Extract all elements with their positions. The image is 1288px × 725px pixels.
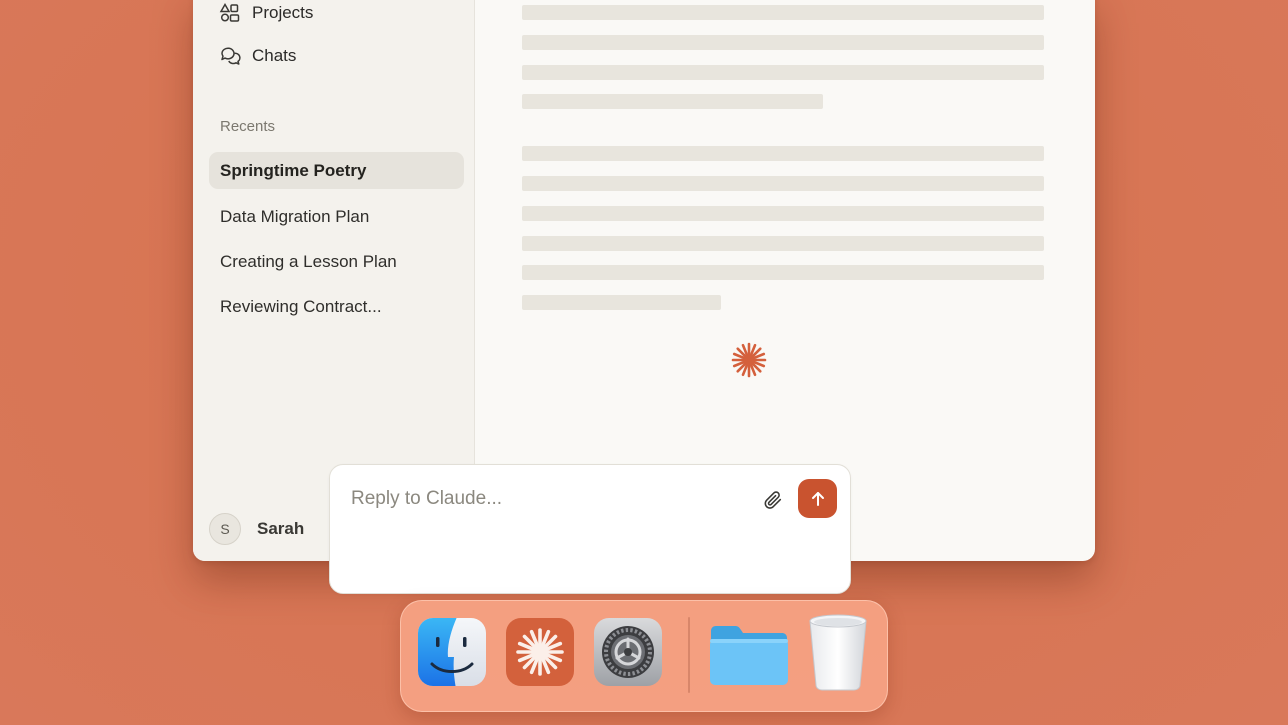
arrow-up-icon xyxy=(811,491,824,506)
dock-separator xyxy=(688,617,690,693)
text-placeholder-line xyxy=(522,236,1044,251)
claude-spark-icon xyxy=(731,342,767,378)
text-placeholder-line xyxy=(522,176,1044,191)
paperclip-icon[interactable] xyxy=(762,489,784,511)
dock xyxy=(400,600,888,712)
recent-chat-label: Data Migration Plan xyxy=(220,206,370,226)
sidebar-item-label: Projects xyxy=(252,3,314,22)
user-name: Sarah xyxy=(257,519,305,538)
text-placeholder-line xyxy=(522,206,1044,221)
recent-chat-item[interactable]: Data Migration Plan xyxy=(209,198,464,235)
text-placeholder-line xyxy=(522,146,1044,161)
projects-icon xyxy=(219,2,240,22)
recents-heading: Recents xyxy=(220,118,276,135)
recent-chat-item[interactable]: Springtime Poetry xyxy=(209,152,464,189)
text-placeholder-line xyxy=(522,65,1044,80)
recent-chat-label: Creating a Lesson Plan xyxy=(220,251,397,271)
text-placeholder-line xyxy=(522,295,721,310)
message-composer xyxy=(329,464,851,594)
text-placeholder-line xyxy=(522,94,823,109)
sidebar-item-label: Chats xyxy=(252,46,297,65)
send-button[interactable] xyxy=(798,479,837,518)
reply-input[interactable] xyxy=(349,483,733,515)
folder-icon[interactable] xyxy=(707,617,791,689)
system-settings-icon[interactable] xyxy=(593,617,663,689)
text-placeholder-line xyxy=(522,5,1044,20)
avatar: S xyxy=(209,513,241,545)
trash-icon[interactable] xyxy=(805,611,871,691)
sidebar-item-projects[interactable]: Projects xyxy=(219,0,313,27)
recent-chat-item[interactable]: Reviewing Contract... xyxy=(209,288,464,325)
finder-icon[interactable] xyxy=(417,617,487,689)
recent-chat-item[interactable]: Creating a Lesson Plan xyxy=(209,243,464,280)
sidebar-item-chats[interactable]: Chats xyxy=(219,42,296,70)
recent-chat-label: Springtime Poetry xyxy=(220,160,367,180)
recent-chat-label: Reviewing Contract... xyxy=(220,296,382,316)
claude-icon[interactable] xyxy=(505,617,575,689)
text-placeholder-line xyxy=(522,265,1044,280)
chats-icon xyxy=(221,47,241,65)
text-placeholder-line xyxy=(522,35,1044,50)
